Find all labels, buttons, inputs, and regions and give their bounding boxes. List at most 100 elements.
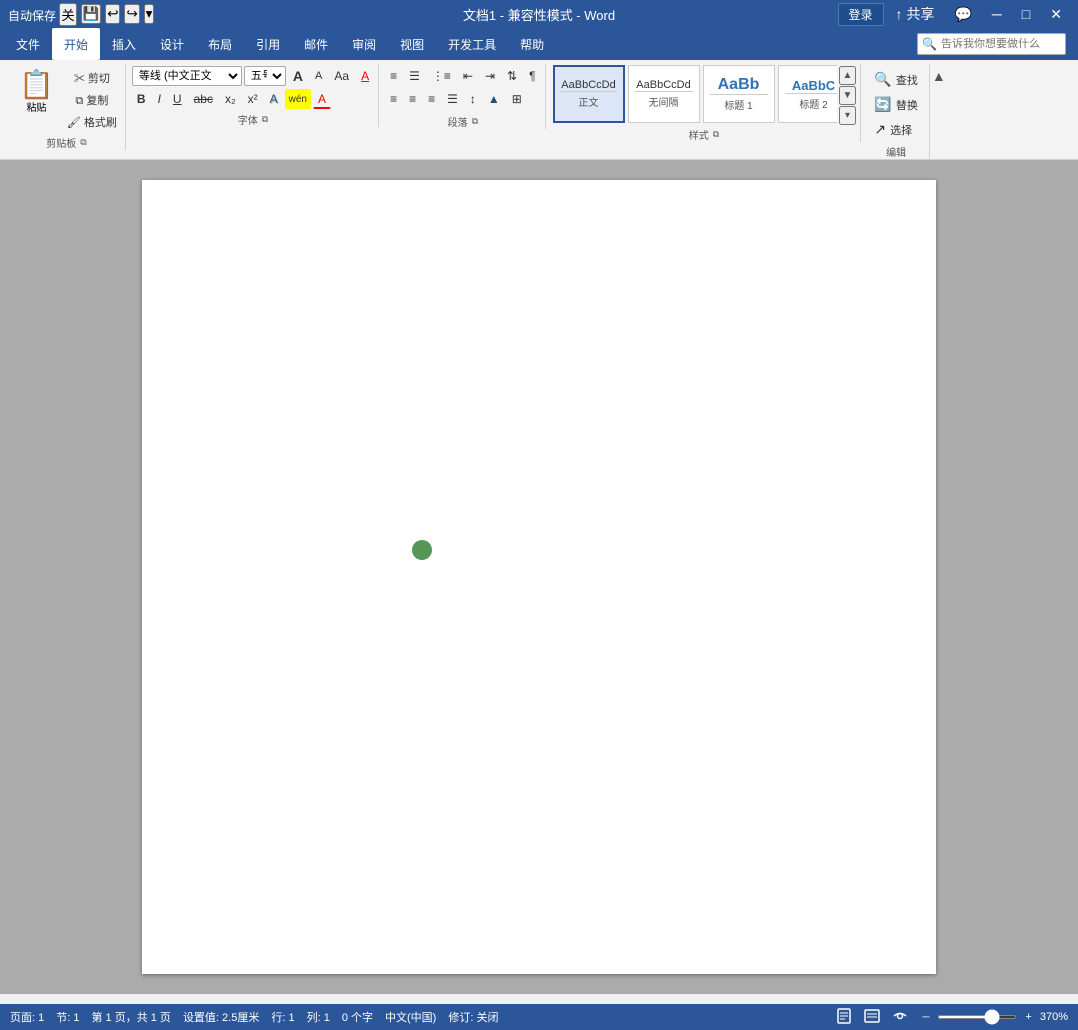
menu-insert[interactable]: 插入 xyxy=(100,28,148,60)
redo-button[interactable]: ↪ xyxy=(124,4,139,24)
style-h2-label: 标题 2 xyxy=(785,93,837,111)
select-button[interactable]: ↗ 选择 xyxy=(867,118,924,141)
ribbon: 📋 粘贴 ✂ 剪切 ⧉ 复制 🖌 xyxy=(0,60,1078,160)
shrink-font-button[interactable]: A xyxy=(310,66,327,86)
borders-icon: ⊞ xyxy=(512,92,522,106)
cut-button[interactable]: ✂ 剪切 xyxy=(63,68,121,88)
customize-quickaccess-button[interactable]: ▾ xyxy=(144,4,155,24)
section-info[interactable]: 节: 1 xyxy=(56,1009,79,1025)
justify-button[interactable]: ☰ xyxy=(442,89,463,109)
clear-format-button[interactable]: A xyxy=(356,66,374,86)
para-row-1: ≡ ☰ ⋮≡ ⇤ ⇥ xyxy=(385,66,540,86)
show-marks-icon: ¶ xyxy=(529,69,535,83)
styles-more-btn[interactable]: ▾ xyxy=(839,106,857,125)
font-expand-icon[interactable]: ⧉ xyxy=(262,114,268,125)
superscript-button[interactable]: x² xyxy=(243,89,263,109)
styles-expand-icon[interactable]: ⧉ xyxy=(713,129,719,140)
line-spacing-button[interactable]: ↕ xyxy=(465,89,481,109)
align-right-button[interactable]: ≡ xyxy=(423,89,440,109)
paste-button[interactable]: 📋 粘贴 xyxy=(12,68,61,117)
save-button[interactable]: 💾 xyxy=(81,4,102,24)
menu-design[interactable]: 设计 xyxy=(148,28,196,60)
sort-button[interactable]: ⇅ xyxy=(502,66,522,86)
numbering-button[interactable]: ☰ xyxy=(404,66,425,86)
paste-icon: 📋 xyxy=(19,71,54,99)
font-size-select[interactable]: 五号 xyxy=(244,66,286,86)
menu-help[interactable]: 帮助 xyxy=(508,28,556,60)
subscript-button[interactable]: x₂ xyxy=(220,89,241,109)
text-effects-button[interactable]: A xyxy=(265,89,283,109)
find-button[interactable]: 🔍 查找 xyxy=(867,68,924,91)
style-heading1[interactable]: AaBb 标题 1 xyxy=(703,65,775,123)
search-input[interactable] xyxy=(941,38,1061,50)
show-marks-button[interactable]: ¶ xyxy=(524,66,540,86)
styles-scroll-down[interactable]: ▼ xyxy=(839,86,857,105)
bullets-button[interactable]: ≡ xyxy=(385,66,402,86)
page-count[interactable]: 第 1 页，共 1 页 xyxy=(91,1009,170,1025)
autosave-toggle[interactable]: 关 xyxy=(59,3,76,26)
editing-tools: 🔍 查找 🔄 替换 ↗ 选择 xyxy=(867,64,924,141)
char-count[interactable]: 0 个字 xyxy=(342,1009,373,1025)
copy-button[interactable]: ⧉ 复制 xyxy=(63,90,121,110)
print-layout-view-btn[interactable] xyxy=(834,1008,854,1027)
web-view-btn[interactable] xyxy=(862,1009,882,1026)
increase-indent-button[interactable]: ⇥ xyxy=(480,66,500,86)
read-view-btn[interactable] xyxy=(890,1009,910,1026)
comments-button[interactable]: 💬 xyxy=(946,4,979,25)
multilevel-button[interactable]: ⋮≡ xyxy=(427,66,456,86)
style-normal-preview: AaBbCcDd xyxy=(561,79,615,91)
clipboard-expand-icon[interactable]: ⧉ xyxy=(80,137,86,148)
share-button[interactable]: ↑ 共享 xyxy=(888,2,943,26)
menu-home[interactable]: 开始 xyxy=(52,28,100,60)
menu-file[interactable]: 文件 xyxy=(4,28,52,60)
strikethrough-button[interactable]: abc xyxy=(189,89,218,109)
styles-scroll-up[interactable]: ▲ xyxy=(839,66,857,85)
menu-review[interactable]: 审阅 xyxy=(340,28,388,60)
grow-font-button[interactable]: A xyxy=(288,66,308,86)
menu-view[interactable]: 视图 xyxy=(388,28,436,60)
close-button[interactable]: ✕ xyxy=(1042,4,1070,25)
title-bar: 自动保存 关 💾 ↩ ↪ ▾ 文档1 - 兼容性模式 - Word 登录 ↑ 共… xyxy=(0,0,1078,28)
style-no-spacing[interactable]: AaBbCcDd 无间隔 xyxy=(628,65,700,123)
document-page[interactable] xyxy=(142,180,936,974)
page-info[interactable]: 页面: 1 xyxy=(10,1009,44,1025)
style-normal[interactable]: AaBbCcDd 正文 xyxy=(553,65,625,123)
font-color-button[interactable]: A xyxy=(313,89,331,109)
align-center-button[interactable]: ≡ xyxy=(404,89,421,109)
align-left-button[interactable]: ≡ xyxy=(385,89,402,109)
replace-button[interactable]: 🔄 替换 xyxy=(867,93,924,116)
borders-button[interactable]: ⊞ xyxy=(507,89,527,109)
style-heading2[interactable]: AaBbC 标题 2 xyxy=(778,65,837,123)
ribbon-collapse-button[interactable]: ▲ xyxy=(932,68,946,84)
change-case-button[interactable]: Aa xyxy=(329,66,354,86)
para-row-2: ≡ ≡ ≡ ☰ ↕ xyxy=(385,89,540,109)
restore-button[interactable]: □ xyxy=(1014,4,1038,24)
menu-developer[interactable]: 开发工具 xyxy=(436,28,508,60)
language-info[interactable]: 中文(中国) xyxy=(385,1009,436,1025)
font-name-select[interactable]: 等线 (中文正文 xyxy=(132,66,242,86)
select-icon: ↗ xyxy=(874,121,886,138)
menu-references[interactable]: 引用 xyxy=(244,28,292,60)
signin-button[interactable]: 登录 xyxy=(838,3,884,26)
format-painter-button[interactable]: 🖌 格式刷 xyxy=(63,112,121,132)
minimize-button[interactable]: ─ xyxy=(984,4,1010,24)
underline-button[interactable]: U xyxy=(168,89,187,109)
italic-button[interactable]: I xyxy=(153,89,166,109)
cursor-indicator xyxy=(412,540,432,560)
tell-me-search[interactable]: 🔍 xyxy=(917,33,1066,55)
text-highlight-button[interactable]: wén xyxy=(285,89,311,109)
paragraph-group-label-bar: 段落 ⧉ xyxy=(385,113,540,129)
shading-button[interactable]: ▲ xyxy=(483,89,505,109)
justify-icon: ☰ xyxy=(447,92,458,106)
paragraph-expand-icon[interactable]: ⧉ xyxy=(472,116,478,127)
bold-button[interactable]: B xyxy=(132,89,151,109)
track-changes-info[interactable]: 修订: 关闭 xyxy=(448,1009,498,1025)
decrease-indent-button[interactable]: ⇤ xyxy=(458,66,478,86)
undo-button[interactable]: ↩ xyxy=(105,4,120,24)
zoom-slider[interactable] xyxy=(937,1015,1017,1019)
editing-group: 🔍 查找 🔄 替换 ↗ 选择 编辑 xyxy=(863,64,929,159)
menu-mailings[interactable]: 邮件 xyxy=(292,28,340,60)
menu-layout[interactable]: 布局 xyxy=(196,28,244,60)
multilevel-icon: ⋮≡ xyxy=(432,69,451,83)
style-h1-label: 标题 1 xyxy=(710,94,768,112)
